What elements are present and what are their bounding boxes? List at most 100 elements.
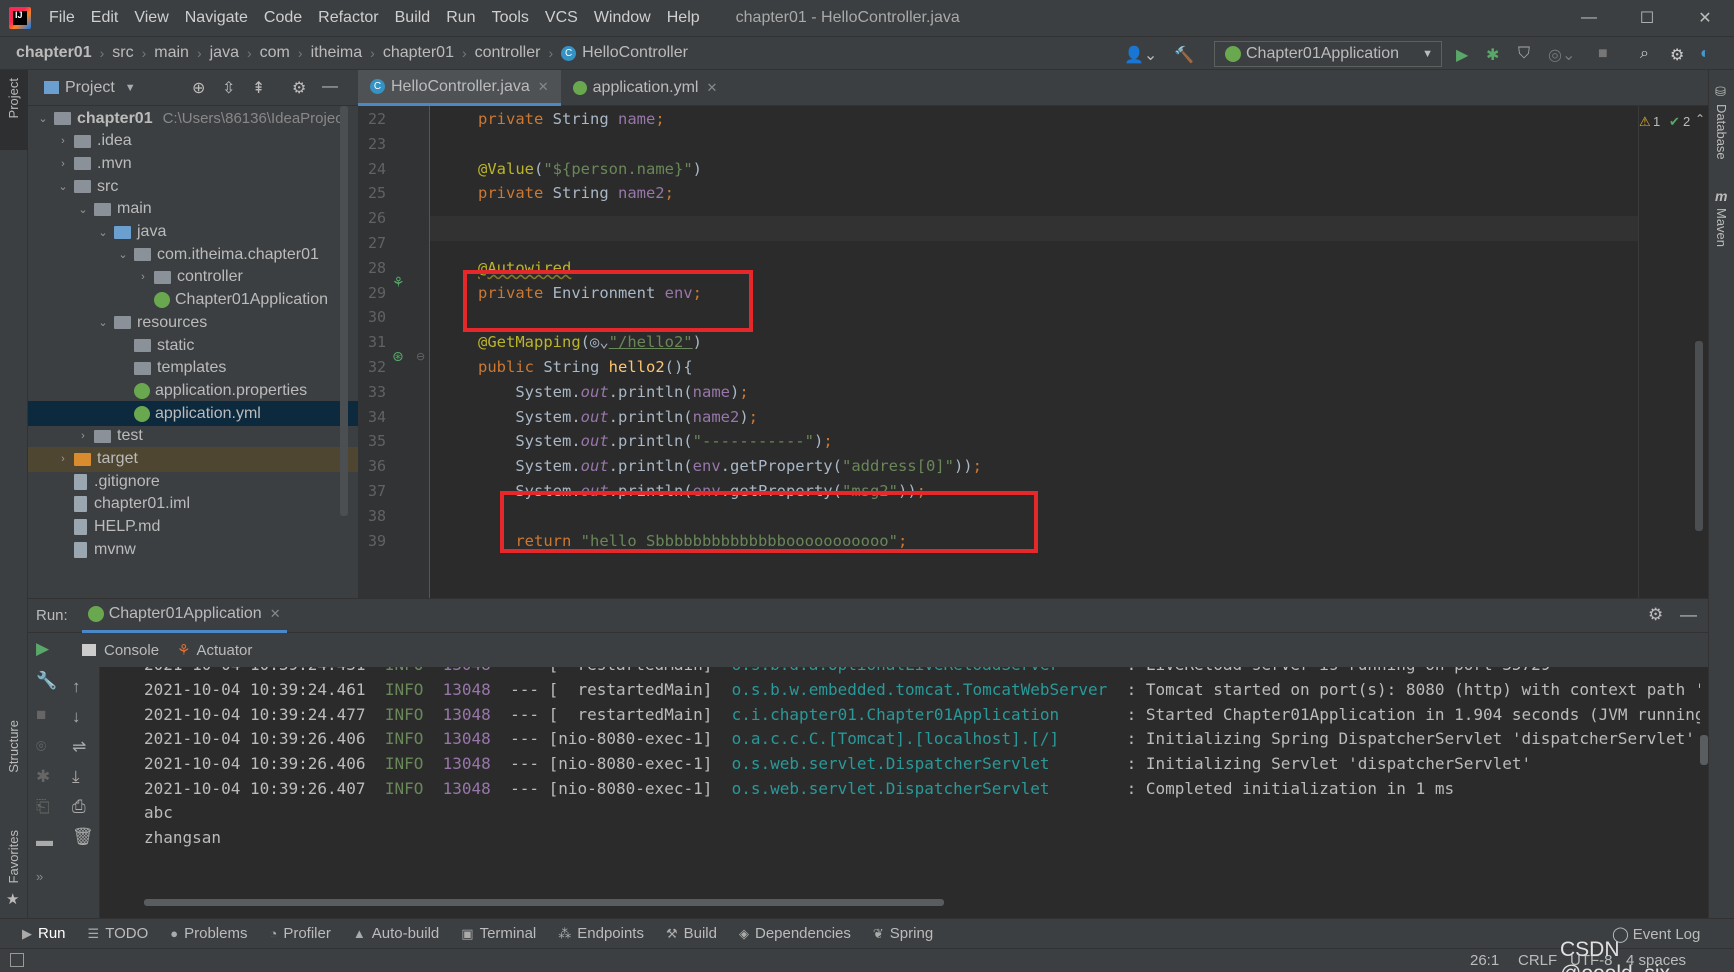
editor-scrollbar[interactable] bbox=[1695, 341, 1703, 531]
breadcrumb-item[interactable]: controller bbox=[475, 44, 541, 62]
close-tab-icon[interactable]: ✕ bbox=[706, 80, 717, 96]
maven-tool-label[interactable]: Maven bbox=[1714, 208, 1729, 247]
chevron-right-icon[interactable]: › bbox=[136, 271, 150, 283]
menu-item-code[interactable]: Code bbox=[256, 9, 310, 27]
coverage-icon[interactable]: ⛉ bbox=[1518, 45, 1530, 63]
scroll-up-icon[interactable]: ↑ bbox=[72, 677, 81, 697]
rerun-icon[interactable]: ▶ bbox=[36, 639, 49, 659]
tab-console[interactable]: Console bbox=[82, 642, 159, 659]
chevron-down-icon[interactable]: ⌄ bbox=[56, 180, 70, 193]
tree-scrollbar[interactable] bbox=[340, 106, 348, 516]
tab-application-yml[interactable]: application.yml ✕ bbox=[561, 70, 730, 106]
project-panel-title[interactable]: Project bbox=[65, 79, 115, 97]
tree-item[interactable]: .gitignore bbox=[28, 469, 358, 494]
menu-item-view[interactable]: View bbox=[126, 9, 176, 27]
fold-marker-icon[interactable]: ⊖ bbox=[416, 350, 425, 363]
trash-icon[interactable]: 🗑 bbox=[72, 827, 94, 847]
tree-item[interactable]: application.yml bbox=[28, 401, 358, 427]
tree-item[interactable]: › controller bbox=[28, 265, 358, 290]
chevron-down-icon[interactable]: ⌄ bbox=[96, 226, 110, 239]
tree-item[interactable]: templates bbox=[28, 356, 358, 381]
close-tab-icon[interactable]: ✕ bbox=[270, 606, 281, 622]
breadcrumb-item[interactable]: chapter01 bbox=[383, 44, 454, 62]
camera-icon[interactable]: ⌾ bbox=[36, 737, 46, 757]
favorites-tool-label[interactable]: Favorites bbox=[6, 830, 21, 883]
chevron-down-icon[interactable]: ▼ bbox=[125, 82, 136, 94]
structure-tool-label[interactable]: Structure bbox=[6, 720, 21, 773]
breadcrumb-item[interactable]: itheima bbox=[311, 44, 363, 62]
tree-item[interactable]: application.properties bbox=[28, 378, 358, 403]
tree-item[interactable]: ⌄ java bbox=[28, 220, 358, 245]
tree-item[interactable]: ⌄ main bbox=[28, 197, 358, 222]
tree-item[interactable]: HELP.md bbox=[28, 515, 358, 540]
tree-item[interactable]: Chapter01Application bbox=[28, 288, 358, 313]
chevron-right-icon[interactable]: › bbox=[56, 158, 70, 170]
bean-autowired-gutter-icon[interactable]: ⚘ bbox=[392, 274, 405, 291]
console-vertical-scrollbar[interactable] bbox=[1700, 667, 1708, 787]
menu-item-file[interactable]: File bbox=[41, 9, 83, 27]
project-tool-tab[interactable]: Project bbox=[0, 70, 28, 150]
tree-item[interactable]: ⌄ resources bbox=[28, 310, 358, 335]
caret-position[interactable]: 26:1 bbox=[1470, 952, 1499, 969]
chevron-down-icon[interactable]: ⌄ bbox=[76, 203, 90, 216]
tree-item[interactable]: static bbox=[28, 333, 358, 358]
chevron-right-icon[interactable]: › bbox=[56, 453, 70, 465]
debug-bug-icon[interactable]: ✱ bbox=[36, 767, 50, 787]
scroll-to-end-icon[interactable]: ⤓ bbox=[72, 767, 80, 787]
tab-actuator[interactable]: ⚘ Actuator bbox=[177, 641, 252, 660]
chevron-down-icon[interactable]: ⌄ bbox=[36, 112, 50, 125]
menu-item-tools[interactable]: Tools bbox=[484, 9, 537, 27]
toggle-tool-windows-icon[interactable] bbox=[10, 953, 24, 967]
menu-item-run[interactable]: Run bbox=[438, 9, 483, 27]
scroll-down-icon[interactable]: ↓ bbox=[72, 707, 81, 727]
database-icon[interactable]: ⛁ bbox=[1715, 84, 1726, 100]
tool-tab-spring[interactable]: ❦ Spring bbox=[873, 925, 933, 942]
tool-tab-endpoints[interactable]: ⁂ Endpoints bbox=[558, 925, 644, 942]
menu-item-vcs[interactable]: VCS bbox=[537, 9, 586, 27]
user-icon[interactable]: 👤⌄ bbox=[1124, 45, 1157, 65]
tab-hello-controller[interactable]: C HelloController.java ✕ bbox=[358, 70, 561, 106]
maximize-button[interactable]: ☐ bbox=[1618, 0, 1676, 36]
database-tool-label[interactable]: Database bbox=[1714, 104, 1729, 160]
tool-tab-run[interactable]: ▶ Run bbox=[22, 925, 66, 942]
tree-item[interactable]: ⌄ com.itheima.chapter01 bbox=[28, 242, 358, 267]
tree-item[interactable]: › .idea bbox=[28, 129, 358, 154]
build-hammer-icon[interactable]: 🔨 bbox=[1174, 45, 1194, 65]
search-icon[interactable]: ⌕ bbox=[1640, 45, 1649, 63]
console-output[interactable]: 2021-10-04 10:39:24.431 INFO 13048 --- [… bbox=[100, 667, 1700, 919]
tool-tab-dependencies[interactable]: ◈ Dependencies bbox=[739, 925, 851, 942]
menu-item-help[interactable]: Help bbox=[659, 9, 708, 27]
soft-wrap-icon[interactable]: ⇌ bbox=[72, 737, 86, 757]
breadcrumb-item[interactable]: main bbox=[154, 44, 189, 62]
print-icon[interactable]: ⎙ bbox=[72, 797, 86, 817]
maven-icon[interactable]: m bbox=[1715, 188, 1727, 204]
profile-icon[interactable]: ◎⌄ bbox=[1548, 45, 1575, 65]
chevron-down-icon[interactable]: ⌄ bbox=[96, 316, 110, 329]
menu-item-window[interactable]: Window bbox=[586, 9, 659, 27]
tree-item[interactable]: ⌄ src bbox=[28, 174, 358, 199]
tree-item[interactable]: › .mvn bbox=[28, 151, 358, 176]
collapse-all-icon[interactable]: ⇞ bbox=[252, 78, 265, 98]
chevron-right-icon[interactable]: › bbox=[76, 430, 90, 442]
nav-up-icon[interactable]: ⌃ bbox=[1695, 112, 1705, 126]
settings-gear-icon[interactable]: ⚙ bbox=[1648, 605, 1663, 625]
tool-tab-profiler[interactable]: ◔ Profiler bbox=[269, 925, 330, 942]
breadcrumb-item[interactable]: HelloController bbox=[582, 44, 688, 62]
endpoint-gutter-icon[interactable]: ⊛ bbox=[392, 348, 404, 365]
breadcrumb-item[interactable]: com bbox=[260, 44, 290, 62]
tool-tab-auto-build[interactable]: ▲ Auto-build bbox=[353, 925, 439, 942]
gear-icon[interactable]: ⚙ bbox=[292, 78, 306, 98]
close-button[interactable]: ✕ bbox=[1676, 0, 1734, 36]
tool-tab-todo[interactable]: ☰ TODO bbox=[88, 925, 149, 942]
menu-item-build[interactable]: Build bbox=[387, 9, 439, 27]
hide-panel-icon[interactable]: — bbox=[322, 78, 338, 96]
breadcrumb-item[interactable]: chapter01 bbox=[16, 44, 92, 62]
wrench-icon[interactable]: 🔧 bbox=[36, 671, 57, 691]
line-separator[interactable]: CRLF bbox=[1518, 952, 1557, 969]
stop-icon[interactable]: ■ bbox=[1598, 45, 1608, 63]
chevron-right-icon[interactable]: › bbox=[56, 135, 70, 147]
settings-gear-icon[interactable]: ⚙ bbox=[1670, 45, 1684, 65]
expand-all-icon[interactable]: ⇳ bbox=[222, 78, 235, 98]
breadcrumb-item[interactable]: src bbox=[112, 44, 133, 62]
tree-item[interactable]: ⌄ chapter01 C:\Users\86136\IdeaProjec bbox=[28, 106, 358, 131]
